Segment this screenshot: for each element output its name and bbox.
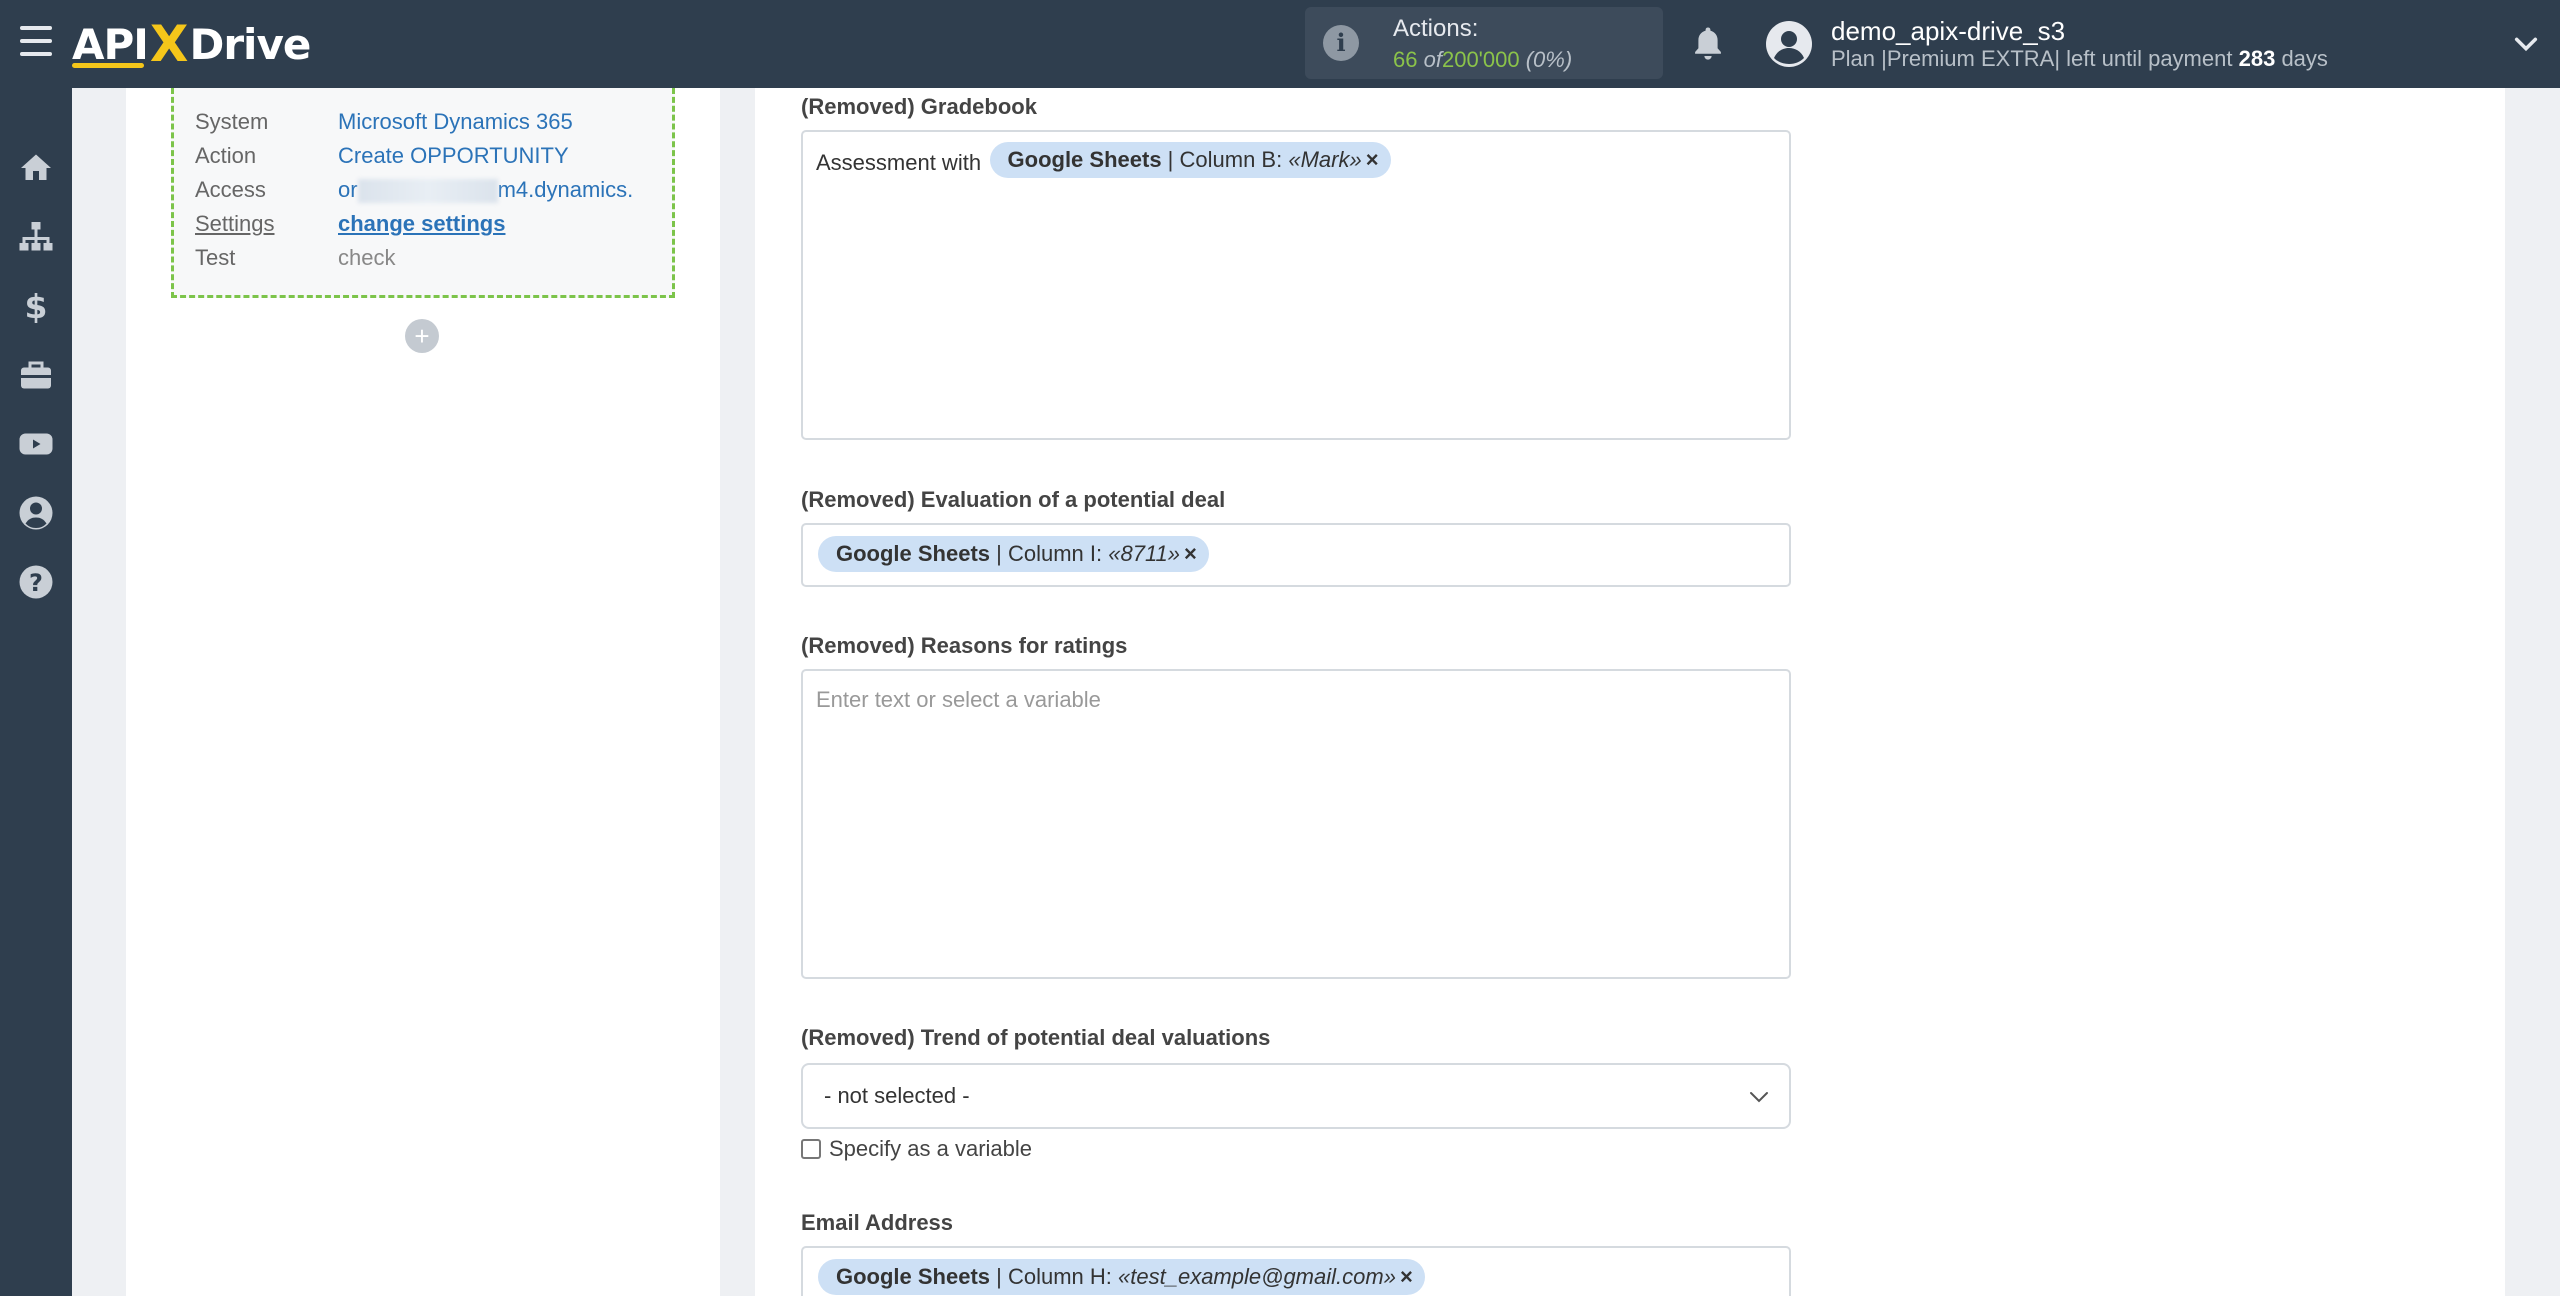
reasons-label: (Removed) Reasons for ratings xyxy=(801,633,1128,658)
evaluation-label: (Removed) Evaluation of a potential deal xyxy=(801,487,1226,512)
briefcase-icon[interactable] xyxy=(18,357,54,393)
chevron-down-icon xyxy=(1750,1092,1768,1103)
sitemap-icon[interactable] xyxy=(18,219,54,255)
svg-text:$: $ xyxy=(25,288,48,324)
email-label: Email Address xyxy=(801,1210,954,1235)
user-name[interactable]: demo_apix-drive_s3 xyxy=(1831,16,2065,47)
specify-variable-row[interactable]: Specify as a variable xyxy=(801,1136,1032,1162)
close-icon[interactable]: × xyxy=(1184,541,1197,566)
test-value[interactable]: check xyxy=(338,245,395,271)
reasons-field[interactable]: Enter text or select a variable xyxy=(801,669,1791,979)
add-step-button[interactable]: + xyxy=(405,319,439,353)
bell-icon[interactable] xyxy=(1690,24,1726,64)
system-value: Microsoft Dynamics 365 xyxy=(338,109,573,134)
logo-api: API xyxy=(72,19,149,69)
email-field[interactable]: Google Sheets | Column H: «test_example@… xyxy=(801,1246,1791,1296)
trend-value: - not selected - xyxy=(824,1083,970,1108)
gradebook-field[interactable]: Assessment with Google Sheets | Column B… xyxy=(801,130,1791,440)
user-plan: Plan |Premium EXTRA| left until payment … xyxy=(1831,46,2328,71)
evaluation-field[interactable]: Google Sheets | Column I: «8711» × xyxy=(801,523,1791,587)
avatar[interactable] xyxy=(1765,20,1813,68)
menu-icon[interactable] xyxy=(20,26,52,56)
gradebook-label: (Removed) Gradebook xyxy=(801,94,1037,119)
dollar-icon[interactable]: $ xyxy=(18,288,54,324)
logo-drive: Drive xyxy=(189,19,311,69)
svg-text:?: ? xyxy=(29,569,43,597)
logo-x: X xyxy=(149,15,189,73)
actions-value: 66 of200'000 (0%) xyxy=(1393,47,1573,72)
user-icon[interactable] xyxy=(18,495,54,531)
info-icon: i xyxy=(1323,25,1359,61)
close-icon[interactable]: × xyxy=(1366,147,1379,172)
trend-select[interactable]: - not selected - xyxy=(801,1063,1791,1129)
gradebook-prefix: Assessment with xyxy=(816,149,982,175)
home-icon[interactable] xyxy=(18,150,54,186)
reasons-placeholder: Enter text or select a variable xyxy=(816,687,1101,712)
sidebar: $ ? xyxy=(0,88,72,1296)
change-settings-link[interactable]: change settings xyxy=(338,211,505,237)
evaluation-chip[interactable]: Google Sheets | Column I: «8711» × xyxy=(818,536,1209,572)
action-value: Create OPPORTUNITY xyxy=(338,143,569,168)
trend-label: (Removed) Trend of potential deal valuat… xyxy=(801,1025,1271,1050)
specify-variable-label: Specify as a variable xyxy=(829,1136,1032,1161)
gradebook-chip[interactable]: Google Sheets | Column B: «Mark» × xyxy=(989,142,1391,178)
help-icon[interactable]: ? xyxy=(18,564,54,600)
close-icon[interactable]: × xyxy=(1400,1264,1413,1289)
youtube-icon[interactable] xyxy=(18,426,54,462)
actions-counter[interactable]: i Actions: 66 of200'000 (0%) xyxy=(1305,7,1663,79)
specify-variable-checkbox[interactable] xyxy=(801,1139,821,1159)
chevron-down-icon[interactable] xyxy=(2512,30,2540,58)
destination-info-card: System Microsoft Dynamics 365 Action Cre… xyxy=(171,88,675,298)
top-bar: API X Drive i Actions: 66 of200'000 (0%) d… xyxy=(0,0,2560,88)
logo[interactable]: API X Drive xyxy=(72,14,311,74)
email-chip[interactable]: Google Sheets | Column H: «test_example@… xyxy=(818,1259,1425,1295)
actions-label: Actions: xyxy=(1393,15,1479,42)
access-value: or m4.dynamics. xyxy=(338,177,634,204)
